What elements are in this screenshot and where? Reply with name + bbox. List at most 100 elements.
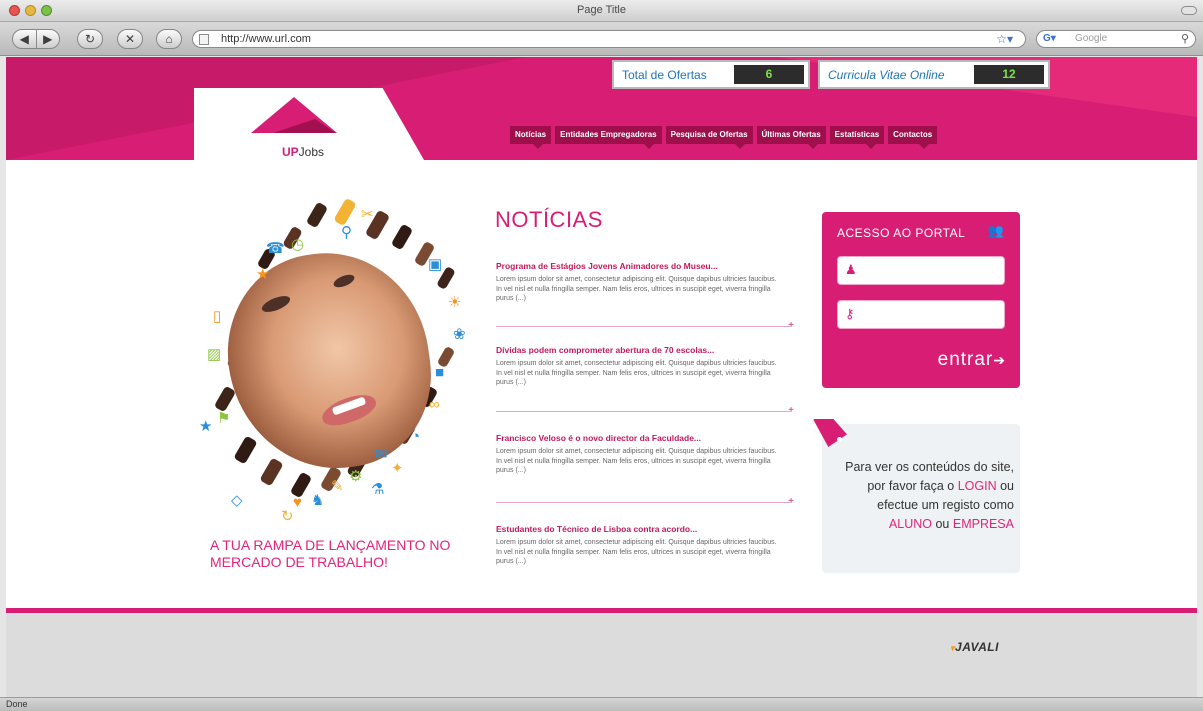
nav-item-noticias[interactable]: Notícias <box>510 126 552 149</box>
footer-logo[interactable]: ▾JAVALI <box>950 640 999 654</box>
briefcase-icon: ■ <box>435 364 445 381</box>
collage-tile <box>233 435 258 465</box>
news-divider <box>496 405 794 416</box>
reload-icon: ↻ <box>84 32 96 46</box>
aluno-link[interactable]: ALUNO <box>889 517 932 531</box>
page-icon <box>199 34 209 45</box>
news-item[interactable]: Dívidas podem comprometer abertura de 70… <box>496 345 790 388</box>
search-placeholder: Google <box>1075 33 1108 44</box>
picture-icon: ▨ <box>207 346 222 363</box>
username-field[interactable]: ♟ <box>837 256 1005 285</box>
site-logo[interactable]: UPJobs <box>282 145 324 159</box>
back-icon[interactable]: ◀ <box>13 32 36 46</box>
flower-icon: ❀ <box>453 326 466 343</box>
news-headline[interactable]: Programa de Estágios Jovens Animadores d… <box>496 261 790 271</box>
heart-icon: ♥ <box>293 494 302 511</box>
address-bar[interactable]: http://www.url.com ☆▾ <box>192 30 1026 48</box>
star-icon: ★ <box>199 418 213 435</box>
magnifier-icon: ⚲ <box>341 224 352 241</box>
hero-tagline: A tua rampa de lançamento no mercado de … <box>210 537 451 570</box>
stop-button[interactable]: ✕ <box>117 29 143 49</box>
status-text: Done <box>6 699 28 709</box>
collage-tile <box>390 223 414 251</box>
bookmark-star-icon[interactable]: ☆▾ <box>996 32 1013 46</box>
login-title: ACESSO AO PORTAL <box>837 226 966 240</box>
flag-icon: ⚑ <box>217 410 231 427</box>
nav-item-contactos[interactable]: Contactos <box>888 126 938 149</box>
nav-item-pesquisa[interactable]: Pesquisa de Ofertas <box>665 126 753 149</box>
password-input[interactable] <box>864 305 998 324</box>
search-engine-icon[interactable]: G▾ <box>1043 33 1056 44</box>
nav-item-ultimas-ofertas[interactable]: Últimas Ofertas <box>756 126 826 149</box>
news-item[interactable]: Programa de Estágios Jovens Animadores d… <box>496 261 790 304</box>
window-title: Page Title <box>577 4 626 16</box>
news-item[interactable]: Estudantes do Técnico de Lisboa contra a… <box>496 524 790 567</box>
pin-icon: ✦ <box>391 460 404 477</box>
forward-icon[interactable]: ▶ <box>36 32 59 46</box>
collage-tile <box>333 197 357 227</box>
news-divider <box>496 496 794 507</box>
counter-label: Total de Ofertas <box>622 68 707 82</box>
url-text[interactable]: http://www.url.com <box>221 33 311 45</box>
home-icon: ⌂ <box>165 32 173 46</box>
offers-counter: Total de Ofertas 6 <box>612 60 810 89</box>
map-icon: ◇ <box>231 492 243 509</box>
people-icon: ♞ <box>311 492 325 509</box>
news-headline[interactable]: Dívidas podem comprometer abertura de 70… <box>496 345 790 355</box>
news-headline[interactable]: Estudantes do Técnico de Lisboa contra a… <box>496 524 790 534</box>
link-icon: ∞ <box>429 396 440 413</box>
refresh-icon: ↻ <box>281 508 294 525</box>
pencil-icon: ✎ <box>331 478 344 495</box>
users-icon: 👥 <box>987 223 1004 238</box>
toolbar-toggle-button[interactable] <box>1181 6 1197 15</box>
login-link[interactable]: LOGIN <box>958 479 997 493</box>
login-submit-label: entrar <box>937 349 994 370</box>
news-title: NOTÍCIAS <box>495 207 603 232</box>
counter-label: Curricula Vitae Online <box>828 68 945 82</box>
news-excerpt: Lorem ipsum dolor sit amet, consectetur … <box>496 448 777 474</box>
info-text-part: ou <box>935 517 950 531</box>
phone-icon: ☎ <box>266 240 285 257</box>
home-button[interactable]: ⌂ <box>156 29 182 49</box>
nav-item-entidades[interactable]: Entidades Empregadoras <box>555 126 662 149</box>
user-icon: ♟ <box>845 262 857 277</box>
history-buttons: ◀ ▶ <box>12 29 60 49</box>
reload-button[interactable]: ↻ <box>77 29 103 49</box>
username-input[interactable] <box>864 261 998 280</box>
site-header: UPJobs Total de Ofertas 6 Curricula Vita… <box>6 57 1197 160</box>
logo-mark-shadow <box>273 119 336 133</box>
collage-tile <box>305 201 329 229</box>
counter-value: 12 <box>974 65 1044 84</box>
site-footer: ▾JAVALI <box>6 613 1197 697</box>
news-excerpt: Lorem ipsum dolor sit amet, consectetur … <box>496 539 777 565</box>
star-icon: ★ <box>256 266 270 283</box>
nav-item-estatisticas[interactable]: Estatísticas <box>829 126 885 149</box>
tag-hole <box>837 437 842 442</box>
key-icon: ⚷ <box>845 306 855 321</box>
mail-icon: ✉ <box>375 446 388 463</box>
clock-icon: ◷ <box>291 236 305 253</box>
search-field[interactable]: G▾ Google ⚲ <box>1036 30 1196 48</box>
info-text: Para ver os conteúdos do site, por favor… <box>834 458 1014 534</box>
news-headline[interactable]: Francisco Veloso é o novo director da Fa… <box>496 433 790 443</box>
password-field[interactable]: ⚷ <box>837 300 1005 329</box>
news-excerpt: Lorem ipsum dolor sit amet, consectetur … <box>496 360 777 386</box>
page-viewport: UPJobs Total de Ofertas 6 Curricula Vita… <box>6 57 1197 697</box>
close-icon: ✕ <box>124 32 136 46</box>
logo-up: UP <box>282 145 299 159</box>
counter-value: 6 <box>734 65 804 84</box>
browser-window: Page Title ◀ ▶ ↻ ✕ ⌂ http://www.url.com … <box>0 0 1203 711</box>
logo-rest: Jobs <box>298 145 325 159</box>
sun-icon: ☀ <box>448 294 462 311</box>
scissors-icon: ✂ <box>361 206 374 223</box>
search-icon[interactable]: ⚲ <box>1181 32 1189 45</box>
login-panel: ACESSO AO PORTAL 👥 ♟ ⚷ entrar➔ <box>822 212 1020 388</box>
empresa-link[interactable]: EMPRESA <box>953 517 1014 531</box>
title-bar: Page Title <box>0 0 1203 22</box>
hero-collage: ☎ ◷ ⚲ ✂ ★ ▣ ☀ ❀ ▯ ▨ ■ ∞ ★ ⚑ ◔ ✉ ✦ ⚙ ⚗ ♥ … <box>191 197 466 524</box>
stopwatch-icon: ◔ <box>411 428 421 445</box>
login-submit-button[interactable]: entrar➔ <box>938 349 1006 371</box>
news-item[interactable]: Francisco Veloso é o novo director da Fa… <box>496 433 790 476</box>
gear-icon: ⚙ <box>349 468 363 485</box>
flask-icon: ⚗ <box>371 481 385 498</box>
